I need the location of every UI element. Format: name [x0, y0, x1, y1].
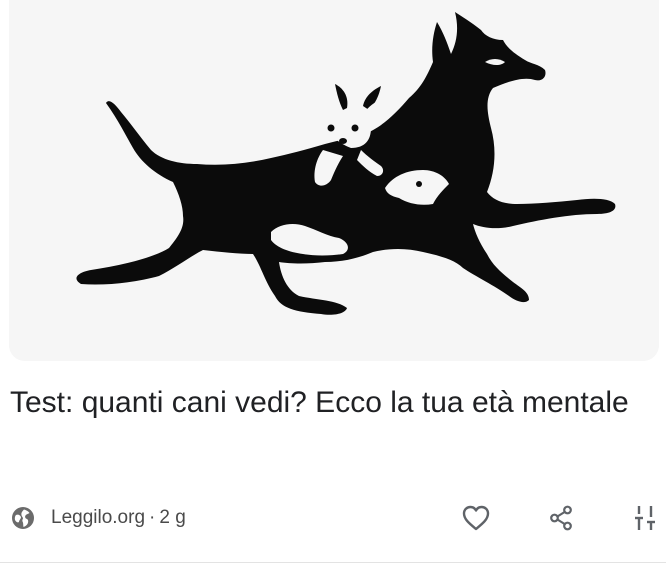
share-button[interactable]	[541, 498, 581, 538]
dogs-illusion-image	[9, 0, 659, 361]
heart-outline-icon	[462, 505, 490, 531]
more-options-button[interactable]	[625, 498, 665, 538]
article-age: 2 g	[159, 507, 186, 528]
source-name[interactable]: Leggilo.org	[51, 507, 145, 529]
share-icon	[550, 505, 572, 531]
globe-icon	[10, 505, 36, 531]
meta-separator: ·	[149, 507, 156, 528]
article-image[interactable]	[9, 0, 659, 361]
tune-icon	[635, 506, 655, 530]
article-title[interactable]: Test: quanti cani vedi? Ecco la tua età …	[10, 378, 630, 428]
like-button[interactable]	[456, 498, 496, 538]
news-card[interactable]: Test: quanti cani vedi? Ecco la tua età …	[0, 0, 666, 567]
article-meta: Leggilo.org · 2 g	[10, 500, 186, 536]
card-divider	[0, 562, 666, 563]
